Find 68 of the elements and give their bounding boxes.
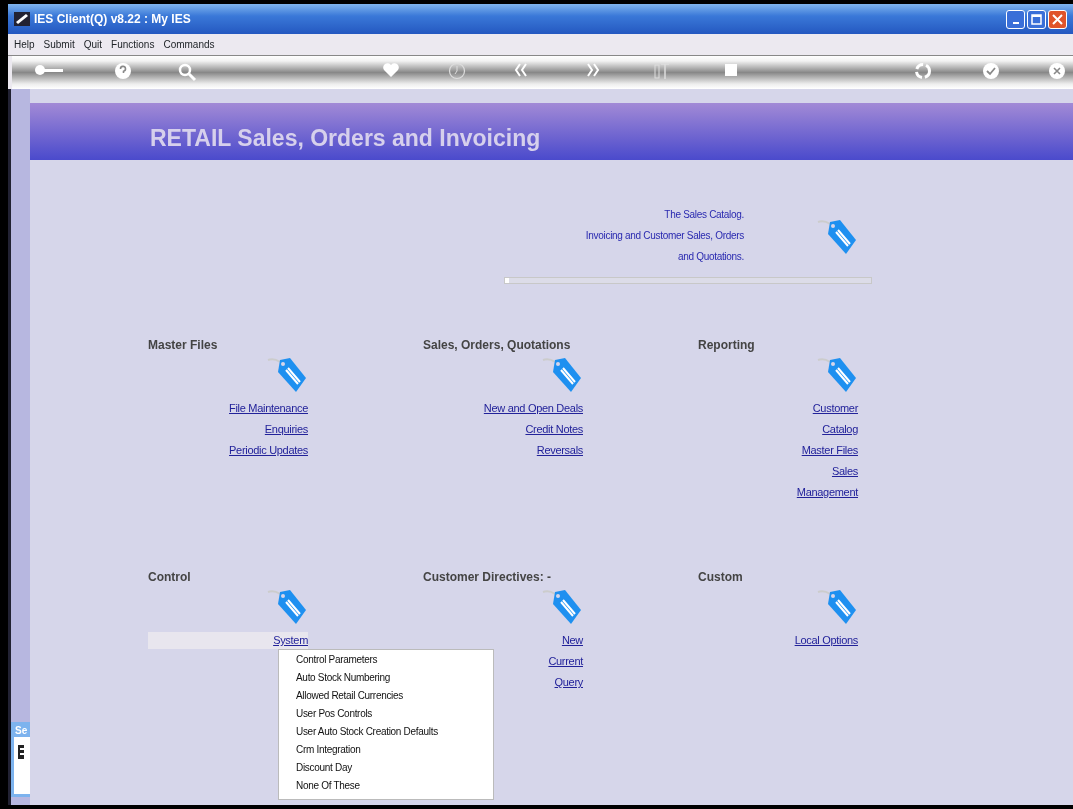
forward-icon[interactable]: [586, 62, 600, 78]
menu-link[interactable]: Sales: [831, 461, 858, 482]
app-icon: [14, 12, 30, 26]
minimize-button[interactable]: [1006, 9, 1025, 29]
clock-icon[interactable]: [448, 62, 466, 80]
page-title: RETAIL Sales, Orders and Invoicing: [150, 124, 541, 154]
menu-link[interactable]: Catalog: [822, 419, 858, 440]
minimize-icon: [1012, 22, 1019, 24]
window-title: IES Client(Q) v8.22 : My IES: [34, 11, 191, 28]
menu-item[interactable]: Quit: [83, 37, 103, 52]
menu-item[interactable]: Commands: [163, 37, 215, 52]
dropdown-item-text[interactable]: Discount Day: [296, 759, 493, 777]
recycle-icon[interactable]: [914, 62, 932, 80]
cancel-icon[interactable]: [1048, 62, 1066, 80]
section-heading: Master Files: [148, 337, 219, 354]
help-icon[interactable]: [114, 62, 132, 80]
menu-link[interactable]: Current: [548, 651, 583, 672]
section-heading: Custom: [698, 569, 744, 586]
dropdown-item-text[interactable]: None Of These: [296, 777, 493, 795]
section-heading: Control: [148, 569, 192, 586]
dropdown-item-text[interactable]: User Auto Stock Creation Defaults: [296, 723, 493, 741]
key-icon[interactable]: [34, 62, 64, 78]
section-heading: Sales, Orders, Quotations: [423, 337, 572, 354]
sale-tag-icon: [541, 588, 583, 626]
close-icon: [1052, 13, 1063, 25]
sale-tag-icon: [266, 356, 308, 394]
menu-link[interactable]: File Maintenance: [229, 398, 308, 419]
menu-link[interactable]: Query: [554, 672, 583, 693]
dropdown-item-text[interactable]: Control Parameters: [296, 651, 493, 669]
text-cursor-icon[interactable]: [654, 62, 670, 80]
search-icon[interactable]: [177, 62, 197, 82]
menu-link[interactable]: Local Options: [794, 630, 858, 651]
dropdown-item-text[interactable]: Allowed Retail Currencies: [296, 687, 493, 705]
menu-link[interactable]: New and Open Deals: [483, 398, 583, 419]
stop-icon[interactable]: [724, 62, 738, 78]
heart-icon[interactable]: [382, 62, 400, 78]
close-button[interactable]: [1048, 9, 1067, 29]
maximize-button[interactable]: [1027, 9, 1046, 29]
document-icon: [18, 745, 24, 759]
panel-title: Se: [14, 725, 30, 737]
dropdown-item-text[interactable]: Auto Stock Numbering: [296, 669, 493, 687]
menu-link[interactable]: New: [561, 630, 583, 651]
menu-link[interactable]: Periodic Updates: [229, 440, 308, 461]
section-heading: Reporting: [698, 337, 756, 354]
description-text: Invoicing and Customer Sales, Orders: [584, 229, 744, 243]
rewind-icon[interactable]: [514, 62, 528, 78]
sale-tag-icon: [266, 588, 308, 626]
check-icon[interactable]: [982, 62, 1000, 80]
sale-tag-icon: [816, 588, 858, 626]
dropdown-item-text[interactable]: User Pos Controls: [296, 705, 493, 723]
menu-link[interactable]: Credit Notes: [525, 419, 583, 440]
maximize-icon: [1031, 13, 1042, 25]
menu-item[interactable]: Submit: [43, 37, 75, 52]
sale-tag-icon: [541, 356, 583, 394]
section-heading: Customer Directives: -: [423, 569, 553, 586]
dropdown-item-text[interactable]: Crm Integration: [296, 741, 493, 759]
menu-link[interactable]: Customer: [812, 398, 858, 419]
sale-tag-icon: [816, 356, 858, 394]
menu-item[interactable]: Help: [14, 37, 35, 52]
menu-item[interactable]: Functions: [111, 37, 155, 52]
menu-link[interactable]: Reversals: [536, 440, 583, 461]
description-text: and Quotations.: [676, 250, 744, 264]
menu-link[interactable]: Master Files: [801, 440, 858, 461]
sale-tag-icon: [816, 218, 858, 256]
menu-link[interactable]: System: [148, 632, 308, 649]
description-text: The Sales Catalog.: [663, 208, 744, 222]
menu-link[interactable]: Enquiries: [264, 419, 308, 440]
menu-link[interactable]: Management: [796, 482, 858, 503]
